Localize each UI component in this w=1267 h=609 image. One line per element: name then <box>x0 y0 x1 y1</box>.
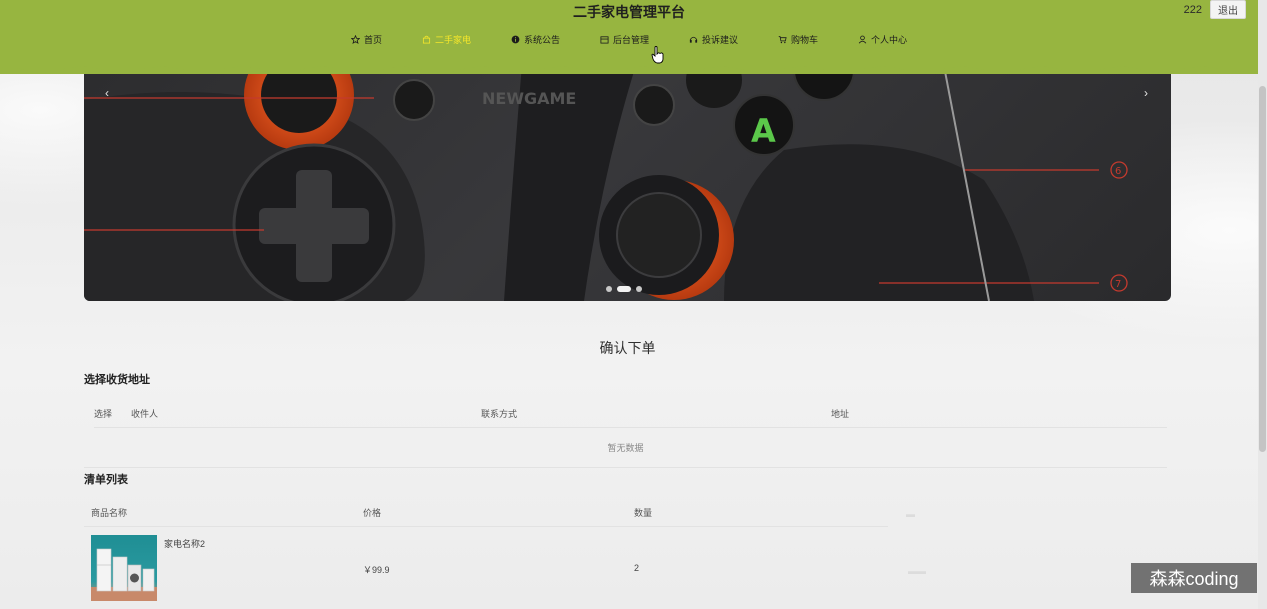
nav-item-admin[interactable]: 后台管理 <box>580 33 669 46</box>
scrollbar-thumb[interactable] <box>1259 86 1266 452</box>
banner-carousel[interactable]: NEWGAME A 6 7 ‹ › <box>84 40 1171 301</box>
nav-label: 系统公告 <box>523 35 560 45</box>
carousel-indicators <box>606 286 642 292</box>
empty-state: 暂无数据 <box>84 428 1167 468</box>
nav-item-announcements[interactable]: 系统公告 <box>491 33 580 46</box>
order-list-table: 商品名称 价格 数量 家电名称2 ￥99.9 2 <box>84 499 888 607</box>
button-a-label: A <box>751 112 776 150</box>
column-header: 联系方式 <box>481 409 518 419</box>
user-area: 222 退出 <box>1184 0 1246 19</box>
callout-label: 7 <box>1115 279 1121 290</box>
site-title: 二手家电管理平台 <box>573 4 685 20</box>
carousel-dot[interactable] <box>636 286 642 292</box>
chevron-right-icon: › <box>1144 86 1148 100</box>
headset-icon <box>689 36 698 43</box>
appliance-image <box>91 548 157 601</box>
nav-label: 投诉建议 <box>702 35 739 45</box>
nav-label: 后台管理 <box>612 35 649 45</box>
nav-label: 二手家电 <box>434 35 471 45</box>
product-name: 家电名称2 <box>164 539 206 549</box>
nav-label: 个人中心 <box>871 35 908 45</box>
column-header: 价格 <box>363 508 382 518</box>
bag-icon <box>422 35 431 44</box>
table-row: 家电名称2 ￥99.9 2 <box>84 527 888 607</box>
callout-label: 6 <box>1115 166 1121 177</box>
product-thumbnail[interactable] <box>91 535 157 601</box>
hand-cursor-icon <box>651 46 664 64</box>
carousel-next-button[interactable]: › <box>1139 86 1153 100</box>
nav-item-profile[interactable]: 个人中心 <box>838 33 927 46</box>
list-section-title: 清单列表 <box>84 474 128 486</box>
carousel-prev-button[interactable]: ‹ <box>100 86 114 100</box>
watermark: 森森coding <box>1131 563 1257 593</box>
column-header: 选择 <box>94 409 113 419</box>
brand-text: NEWGAME <box>482 89 576 108</box>
nav-label: 购物车 <box>791 35 819 45</box>
order-list-header: 商品名称 价格 数量 <box>84 499 888 527</box>
user-icon <box>858 35 867 44</box>
box-icon <box>600 36 609 44</box>
faint-placeholder: ▬▬ <box>908 566 926 576</box>
info-icon <box>511 35 520 44</box>
nav-item-complaints[interactable]: 投诉建议 <box>669 33 758 46</box>
column-header: 收件人 <box>131 409 159 419</box>
chevron-left-icon: ‹ <box>105 86 109 100</box>
star-icon <box>350 35 360 44</box>
product-quantity: 2 <box>634 563 640 573</box>
column-header: 数量 <box>634 508 653 518</box>
carousel-dot-active[interactable] <box>617 286 631 292</box>
logout-button[interactable]: 退出 <box>1210 0 1246 19</box>
header-wave-edge <box>0 62 1258 73</box>
column-header: 商品名称 <box>91 508 128 518</box>
main-nav: 首页 二手家电 系统公告 后台管理 投诉建议 购物车 个人中心 <box>0 33 1258 46</box>
nav-item-cart[interactable]: 购物车 <box>758 33 838 46</box>
nav-item-home[interactable]: 首页 <box>331 33 402 46</box>
address-section-title: 选择收货地址 <box>84 374 150 386</box>
carousel-dot[interactable] <box>606 286 612 292</box>
nav-item-appliances[interactable]: 二手家电 <box>402 33 491 46</box>
product-price: ￥99.9 <box>363 565 390 575</box>
page-title: 确认下单 <box>599 340 656 356</box>
username: 222 <box>1183 3 1202 16</box>
gamepad-image: NEWGAME A 6 7 <box>84 40 1128 301</box>
address-table: 选择 收件人 联系方式 地址 暂无数据 <box>84 400 1167 468</box>
cart-icon <box>778 35 787 44</box>
column-header: 地址 <box>831 409 850 419</box>
address-table-header: 选择 收件人 联系方式 地址 <box>94 400 1167 428</box>
nav-label: 首页 <box>363 35 382 45</box>
faint-placeholder: ▬ <box>906 509 915 519</box>
